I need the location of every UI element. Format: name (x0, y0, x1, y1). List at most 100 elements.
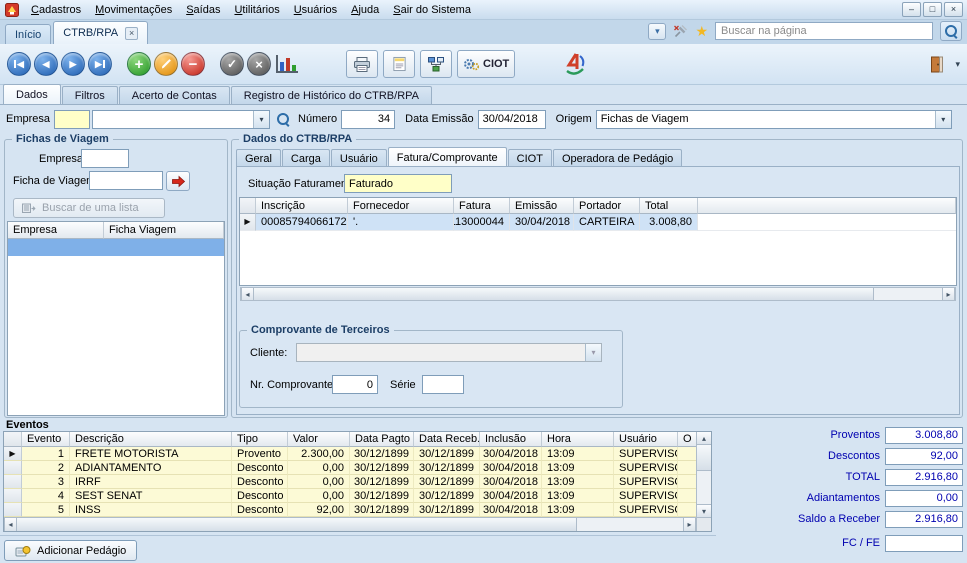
add-button[interactable]: + (127, 52, 151, 76)
descontos-field[interactable]: 92,00 (885, 448, 963, 465)
page-tab-filtros[interactable]: Filtros (62, 86, 118, 104)
scroll-track[interactable] (577, 518, 683, 531)
menu-cadastros[interactable]: Cadastros (24, 1, 88, 19)
delete-button[interactable]: − (181, 52, 205, 76)
empresa-combo[interactable]: ▾ (92, 110, 270, 129)
menu-ajuda[interactable]: Ajuda (344, 1, 386, 19)
confirm-button[interactable]: ✓ (220, 52, 244, 76)
scroll-right-icon[interactable]: ▸ (683, 518, 696, 531)
ficha-viagem-field[interactable] (89, 171, 163, 190)
scroll-left-icon[interactable]: ◂ (4, 518, 17, 531)
table-row[interactable]: ▶ 00085794066172 '. 113000044 30/04/2018… (240, 214, 956, 231)
cell: 30/12/1899 (350, 461, 414, 475)
close-button[interactable]: × (944, 2, 963, 17)
tab-ctrb-rpa[interactable]: CTRB/RPA × (53, 21, 148, 44)
scroll-track[interactable] (697, 471, 711, 504)
pin-disabled-icon[interactable] (673, 24, 688, 39)
toolbar: ◀ ◀ ▶ ▶ + − ✓ × CIOT ▾ (0, 44, 967, 85)
print-button[interactable] (346, 50, 378, 78)
gear-icon (463, 57, 479, 71)
tab-carga[interactable]: Carga (282, 149, 330, 167)
tab-fatura-comprovante[interactable]: Fatura/Comprovante (388, 147, 507, 167)
tab-close-icon[interactable]: × (125, 27, 138, 40)
exit-dropdown-icon[interactable]: ▾ (955, 59, 960, 70)
scroll-up-icon[interactable]: ▴ (697, 432, 711, 445)
search-icon (944, 24, 958, 38)
empresa-code-field[interactable] (54, 110, 90, 129)
exit-button[interactable] (922, 49, 952, 79)
scroll-thumb[interactable] (17, 518, 577, 531)
menu-usuarios[interactable]: Usuários (287, 1, 344, 19)
search-button[interactable] (940, 21, 962, 41)
nav-last-button[interactable]: ▶ (88, 52, 112, 76)
menu-utilitarios[interactable]: Utilitários (227, 1, 286, 19)
x-icon: × (255, 58, 263, 71)
scroll-down-icon[interactable]: ▾ (697, 504, 711, 517)
scroll-thumb[interactable] (254, 288, 874, 300)
page-tab-dados[interactable]: Dados (3, 84, 61, 104)
minimize-button[interactable]: – (902, 2, 921, 17)
table-row[interactable]: ▶ 1 FRETE MOTORISTA Provento 2.300,00 30… (4, 447, 696, 461)
saldo-a-receber-field[interactable]: 2.916,80 (885, 511, 963, 528)
adiantamentos-field[interactable]: 0,00 (885, 490, 963, 507)
scroll-thumb[interactable] (697, 445, 711, 471)
eventos-vscrollbar[interactable]: ▴ ▾ (696, 432, 711, 517)
column-header: Inclusão (480, 432, 542, 447)
scroll-left-icon[interactable]: ◂ (241, 288, 254, 300)
nav-prev-button[interactable]: ◀ (34, 52, 58, 76)
button-label: Adicionar Pedágio (37, 545, 126, 557)
table-row[interactable]: 3 IRRF Desconto 0,00 30/12/1899 30/12/18… (4, 475, 696, 489)
origem-combo[interactable]: Fichas de Viagem ▾ (596, 110, 952, 129)
menu-movimentacoes[interactable]: Movimentações (88, 1, 179, 19)
chevron-down-icon[interactable]: ▾ (253, 111, 269, 128)
workflow-button[interactable] (420, 50, 452, 78)
page-tab-registro-historico[interactable]: Registro de Histórico do CTRB/RPA (231, 86, 432, 104)
tab-list-dropdown-button[interactable]: ▾ (648, 23, 666, 40)
column-header: Inscrição (256, 198, 348, 214)
row-gutter (4, 503, 22, 517)
fatura-hscrollbar[interactable]: ◂ ▸ (240, 287, 956, 301)
proventos-field[interactable]: 3.008,80 (885, 427, 963, 444)
nr-comprovante-field[interactable]: 0 (332, 375, 378, 394)
ciot-button[interactable]: CIOT (457, 50, 515, 78)
numero-field[interactable]: 34 (341, 110, 395, 129)
tab-ciot[interactable]: CIOT (508, 149, 552, 167)
fc-fe-field[interactable] (885, 535, 963, 552)
page-tab-acerto-de-contas[interactable]: Acerto de Contas (119, 86, 230, 104)
fichas-empresa-field[interactable] (81, 149, 129, 168)
nav-first-button[interactable]: ◀ (7, 52, 31, 76)
cancel-button[interactable]: × (247, 52, 271, 76)
table-row[interactable]: 5 INSS Desconto 92,00 30/12/1899 30/12/1… (4, 503, 696, 517)
situacao-faturamento-field[interactable]: Faturado (344, 174, 452, 193)
empresa-search-icon[interactable] (276, 112, 290, 126)
total-field[interactable]: 2.916,80 (885, 469, 963, 486)
tab-geral[interactable]: Geral (236, 149, 281, 167)
adicionar-pedagio-button[interactable]: Adicionar Pedágio (4, 540, 137, 561)
edit-button[interactable] (154, 52, 178, 76)
scroll-right-icon[interactable]: ▸ (942, 288, 955, 300)
cell: SUPERVISOR (614, 447, 678, 461)
tab-operadora-pedagio[interactable]: Operadora de Pedágio (553, 149, 682, 167)
nav-next-button[interactable]: ▶ (61, 52, 85, 76)
eventos-hscrollbar[interactable]: ◂ ▸ (4, 517, 711, 531)
tab-inicio[interactable]: Início (5, 24, 51, 44)
data-emissao-field[interactable]: 30/04/2018 (478, 110, 546, 129)
invoice-button[interactable] (383, 50, 415, 78)
table-row[interactable]: 2 ADIANTAMENTO Desconto 0,00 30/12/1899 … (4, 461, 696, 475)
menu-sair-do-sistema[interactable]: Sair do Sistema (386, 1, 478, 19)
scroll-track[interactable] (874, 288, 942, 300)
maximize-button[interactable]: □ (923, 2, 942, 17)
ficha-go-button[interactable] (166, 171, 190, 191)
table-row[interactable]: 4 SEST SENAT Desconto 0,00 30/12/1899 30… (4, 489, 696, 503)
menu-saidas[interactable]: Saídas (179, 1, 227, 19)
serie-field[interactable] (422, 375, 464, 394)
cell: 3.008,80 (640, 214, 698, 231)
selected-row[interactable] (8, 239, 224, 256)
chart-button[interactable] (276, 55, 298, 73)
ciot-label: CIOT (483, 58, 509, 70)
favorite-star-icon[interactable]: ★ (695, 24, 708, 38)
search-input[interactable] (715, 22, 933, 40)
tab-usuario[interactable]: Usuário (331, 149, 387, 167)
chevron-down-icon[interactable]: ▾ (935, 111, 951, 128)
summary-panel: Proventos 3.008,80 Descontos 92,00 TOTAL… (718, 426, 963, 555)
